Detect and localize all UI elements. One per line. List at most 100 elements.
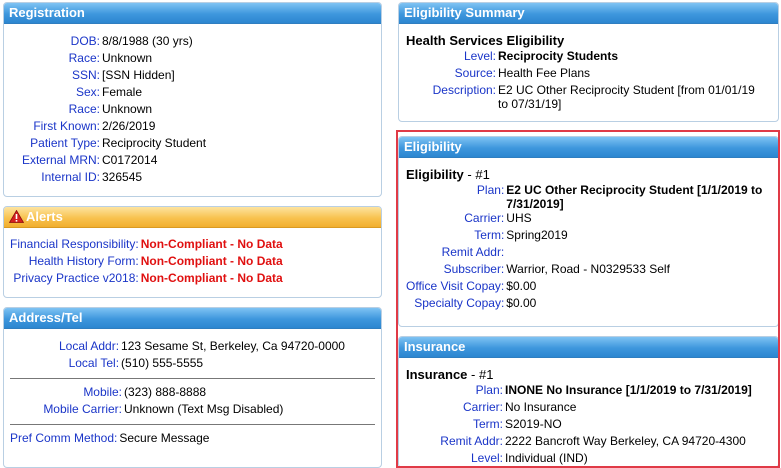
registration-row: Sex: Female	[4, 85, 206, 102]
plan-line-2: 7/31/2019]	[506, 197, 564, 211]
registration-value: [SSN Hidden]	[102, 68, 175, 82]
registration-label: First Known:	[33, 119, 100, 133]
office-visit-copay-label: Office Visit Copay:	[406, 279, 505, 293]
alerts-table: Financial Responsibility: Non-Compliant -…	[10, 237, 283, 288]
level-label: Level:	[463, 49, 496, 63]
term-label: Term:	[474, 228, 505, 242]
registration-label: Patient Type:	[30, 136, 100, 150]
alert-status: Non-Compliant - No Data	[140, 271, 283, 285]
local-tel-label: Local Tel:	[68, 356, 120, 370]
local-addr-value: 123 Sesame St, Berkeley, Ca 94720-0000	[121, 339, 345, 353]
eligibility-summary-header: Eligibility Summary	[399, 3, 778, 24]
alert-row: Financial Responsibility: Non-Compliant -…	[10, 237, 283, 254]
insurance-carrier-label: Carrier:	[462, 400, 503, 414]
registration-value: Female	[102, 85, 143, 99]
insurance-term-row: Term: S2019-NO	[406, 417, 752, 434]
alert-label: Privacy Practice v2018:	[13, 271, 139, 285]
subscriber-value: Warrior, Road - N0329533 Self	[506, 262, 670, 276]
registration-row: Internal ID: 326545	[4, 170, 206, 187]
registration-label: Race:	[68, 51, 100, 65]
mobile-label: Mobile:	[83, 385, 122, 399]
address-table-3: Pref Comm Method: Secure Message	[10, 431, 209, 448]
insurance-item-number: - #1	[467, 367, 494, 382]
alert-status: Non-Compliant - No Data	[140, 237, 283, 251]
insurance-header: Insurance	[399, 337, 778, 358]
pref-comm-value: Secure Message	[119, 431, 210, 445]
carrier-label: Carrier:	[464, 211, 505, 225]
description-value: E2 UC Other Reciprocity Student [from 01…	[498, 83, 755, 111]
source-value: Health Fee Plans	[498, 66, 591, 80]
eligibility-item-title: Eligibility - #1	[406, 167, 778, 182]
address-header: Address/Tel	[4, 308, 381, 329]
insurance-plan-value: INONE No Insurance [1/1/2019 to 7/31/201…	[505, 383, 752, 397]
remit-addr-value	[506, 245, 762, 262]
insurance-level-value: Individual (IND)	[505, 451, 588, 465]
plan-line-1: E2 UC Other Reciprocity Student [1/1/201…	[506, 183, 763, 197]
level-row: Level: Reciprocity Students	[428, 49, 755, 66]
insurance-carrier-value: No Insurance	[505, 400, 577, 414]
registration-row: Race: Unknown	[4, 102, 206, 119]
plan-value: E2 UC Other Reciprocity Student [1/1/201…	[506, 183, 762, 211]
insurance-term-label: Term:	[473, 417, 503, 431]
alert-status: Non-Compliant - No Data	[140, 254, 283, 268]
local-tel-row: Local Tel: (510) 555-5555	[59, 356, 345, 373]
registration-value: 2/26/2019	[102, 119, 156, 133]
office-visit-copay-value: $0.00	[506, 279, 537, 293]
description-row: Description: E2 UC Other Reciprocity Stu…	[428, 83, 755, 111]
eligibility-summary-panel: Eligibility Summary Health Services Elig…	[398, 2, 779, 122]
local-addr-row: Local Addr: 123 Sesame St, Berkeley, Ca …	[59, 339, 345, 356]
insurance-panel: Insurance Insurance - #1 Plan: INONE No …	[398, 336, 779, 468]
registration-value: 326545	[102, 170, 143, 184]
eligibility-panel: Eligibility Eligibility - #1 Plan: E2 UC…	[398, 136, 779, 327]
carrier-value: UHS	[506, 211, 532, 225]
mobile-row: Mobile: (323) 888-8888	[39, 385, 283, 402]
insurance-remit-addr-value: 2222 Bancroft Way Berkeley, CA 94720-430…	[505, 434, 746, 448]
mobile-value: (323) 888-8888	[124, 385, 207, 399]
registration-header: Registration	[4, 3, 381, 24]
specialty-copay-value: $0.00	[506, 296, 537, 310]
address-panel: Address/Tel Local Addr: 123 Sesame St, B…	[3, 307, 382, 468]
registration-row: External MRN: C0172014	[4, 153, 206, 170]
alert-row: Health History Form: Non-Compliant - No D…	[10, 254, 283, 271]
insurance-remit-addr-label: Remit Addr:	[440, 434, 503, 448]
registration-value: Unknown	[102, 51, 153, 65]
remit-addr-row: Remit Addr:	[406, 245, 762, 262]
registration-row: Race: Unknown	[4, 51, 206, 68]
registration-row: First Known: 2/26/2019	[4, 119, 206, 136]
insurance-item-label: Insurance	[406, 367, 468, 382]
divider	[10, 378, 375, 379]
insurance-remit-addr-row: Remit Addr: 2222 Bancroft Way Berkeley, …	[406, 434, 752, 451]
specialty-copay-label: Specialty Copay:	[414, 296, 505, 310]
eligibility-item-number: - #1	[463, 167, 490, 182]
specialty-copay-row: Specialty Copay: $0.00	[406, 296, 762, 313]
registration-label: Sex:	[75, 85, 100, 99]
description-line-1: E2 UC Other Reciprocity Student [from 01…	[498, 83, 755, 97]
registration-value: Reciprocity Student	[102, 136, 207, 150]
mobile-carrier-label: Mobile Carrier:	[43, 402, 122, 416]
insurance-carrier-row: Carrier: No Insurance	[406, 400, 752, 417]
registration-panel: Registration DOB: 8/8/1988 (30 yrs) Race: U…	[3, 2, 382, 197]
alert-label: Health History Form:	[28, 254, 139, 268]
registration-row: SSN: [SSN Hidden]	[4, 68, 206, 85]
term-value: Spring2019	[506, 228, 568, 242]
registration-label: External MRN:	[21, 153, 100, 167]
insurance-plan-row: Plan: INONE No Insurance [1/1/2019 to 7/…	[406, 383, 752, 400]
eligibility-summary-table: Level: Reciprocity Students Source: Heal…	[428, 49, 755, 111]
carrier-row: Carrier: UHS	[406, 211, 762, 228]
mobile-carrier-value: Unknown (Text Msg Disabled)	[124, 402, 284, 416]
pref-comm-label: Pref Comm Method:	[10, 431, 118, 445]
insurance-level-label: Level:	[470, 451, 503, 465]
warning-icon	[9, 210, 24, 223]
eligibility-table: Plan: E2 UC Other Reciprocity Student [1…	[406, 183, 762, 313]
plan-row: Plan: E2 UC Other Reciprocity Student [1…	[406, 183, 762, 211]
local-addr-label: Local Addr:	[59, 339, 120, 353]
registration-label: Internal ID:	[41, 170, 100, 184]
insurance-term-value: S2019-NO	[505, 417, 562, 431]
address-table-2: Mobile: (323) 888-8888 Mobile Carrier: U…	[39, 385, 283, 419]
registration-value: Unknown	[102, 102, 153, 116]
subscriber-label: Subscriber:	[443, 262, 505, 276]
registration-label: SSN:	[71, 68, 100, 82]
level-value: Reciprocity Students	[498, 49, 619, 63]
registration-value: C0172014	[102, 153, 158, 167]
source-row: Source: Health Fee Plans	[428, 66, 755, 83]
